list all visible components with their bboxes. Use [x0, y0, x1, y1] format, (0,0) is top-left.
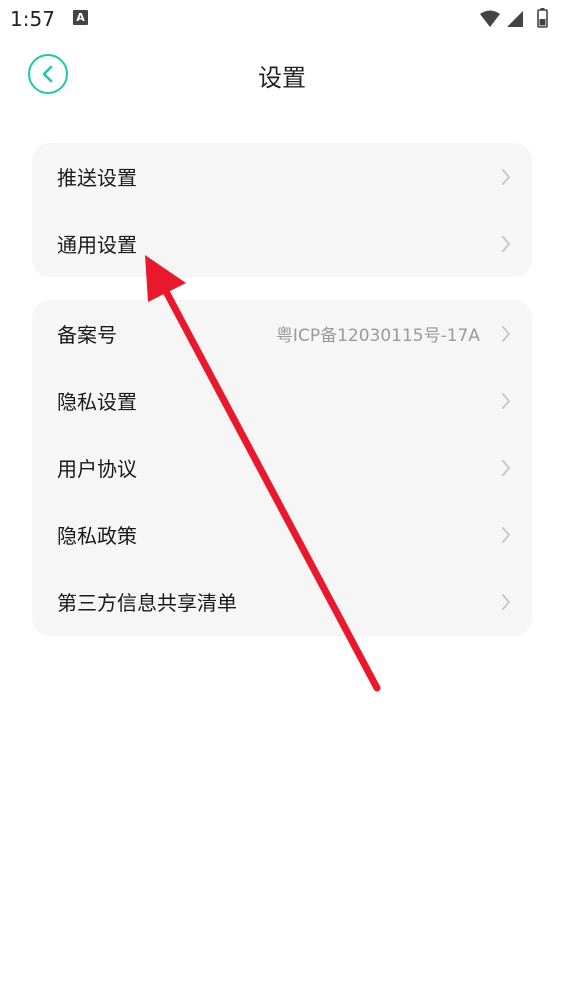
row-label: 隐私设置	[57, 390, 137, 414]
notification-a-icon: A	[73, 10, 88, 25]
header: 设置	[0, 48, 564, 100]
row-label: 通用设置	[57, 233, 137, 257]
signal-icon	[507, 11, 523, 27]
row-label: 推送设置	[57, 166, 137, 190]
row-general-settings[interactable]: 通用设置	[32, 210, 532, 277]
row-privacy-settings[interactable]: 隐私设置	[32, 367, 532, 434]
row-third-party-sharing-list[interactable]: 第三方信息共享清单	[32, 568, 532, 635]
chevron-right-icon	[502, 460, 510, 476]
row-user-agreement[interactable]: 用户协议	[32, 434, 532, 501]
chevron-right-icon	[502, 169, 510, 185]
status-time: 1:57	[10, 7, 55, 31]
chevron-right-icon	[502, 594, 510, 610]
row-label: 隐私政策	[57, 524, 137, 548]
row-icp-record[interactable]: 备案号 粤ICP备12030115号-17A	[32, 300, 532, 367]
icp-number: 粤ICP备12030115号-17A	[275, 326, 480, 346]
page-title: 设置	[258, 64, 306, 92]
chevron-right-icon	[502, 326, 510, 342]
status-icons	[478, 8, 554, 30]
settings-card-primary: 推送设置 通用设置	[32, 143, 532, 277]
row-push-settings[interactable]: 推送设置	[32, 143, 532, 210]
status-bar: 1:57 A	[0, 0, 564, 38]
settings-screen: 1:57 A 设置 推送设置 通用设置 备案号 粤ICP备12030115号-1…	[0, 0, 564, 1004]
row-label: 备案号	[57, 323, 117, 347]
row-label: 第三方信息共享清单	[57, 591, 237, 615]
row-privacy-policy[interactable]: 隐私政策	[32, 501, 532, 568]
battery-icon	[537, 8, 548, 28]
chevron-right-icon	[502, 236, 510, 252]
wifi-icon	[480, 10, 500, 27]
chevron-right-icon	[502, 527, 510, 543]
row-label: 用户协议	[57, 457, 137, 481]
settings-card-secondary: 备案号 粤ICP备12030115号-17A 隐私设置 用户协议 隐私政策 第三…	[32, 300, 532, 636]
chevron-right-icon	[502, 393, 510, 409]
